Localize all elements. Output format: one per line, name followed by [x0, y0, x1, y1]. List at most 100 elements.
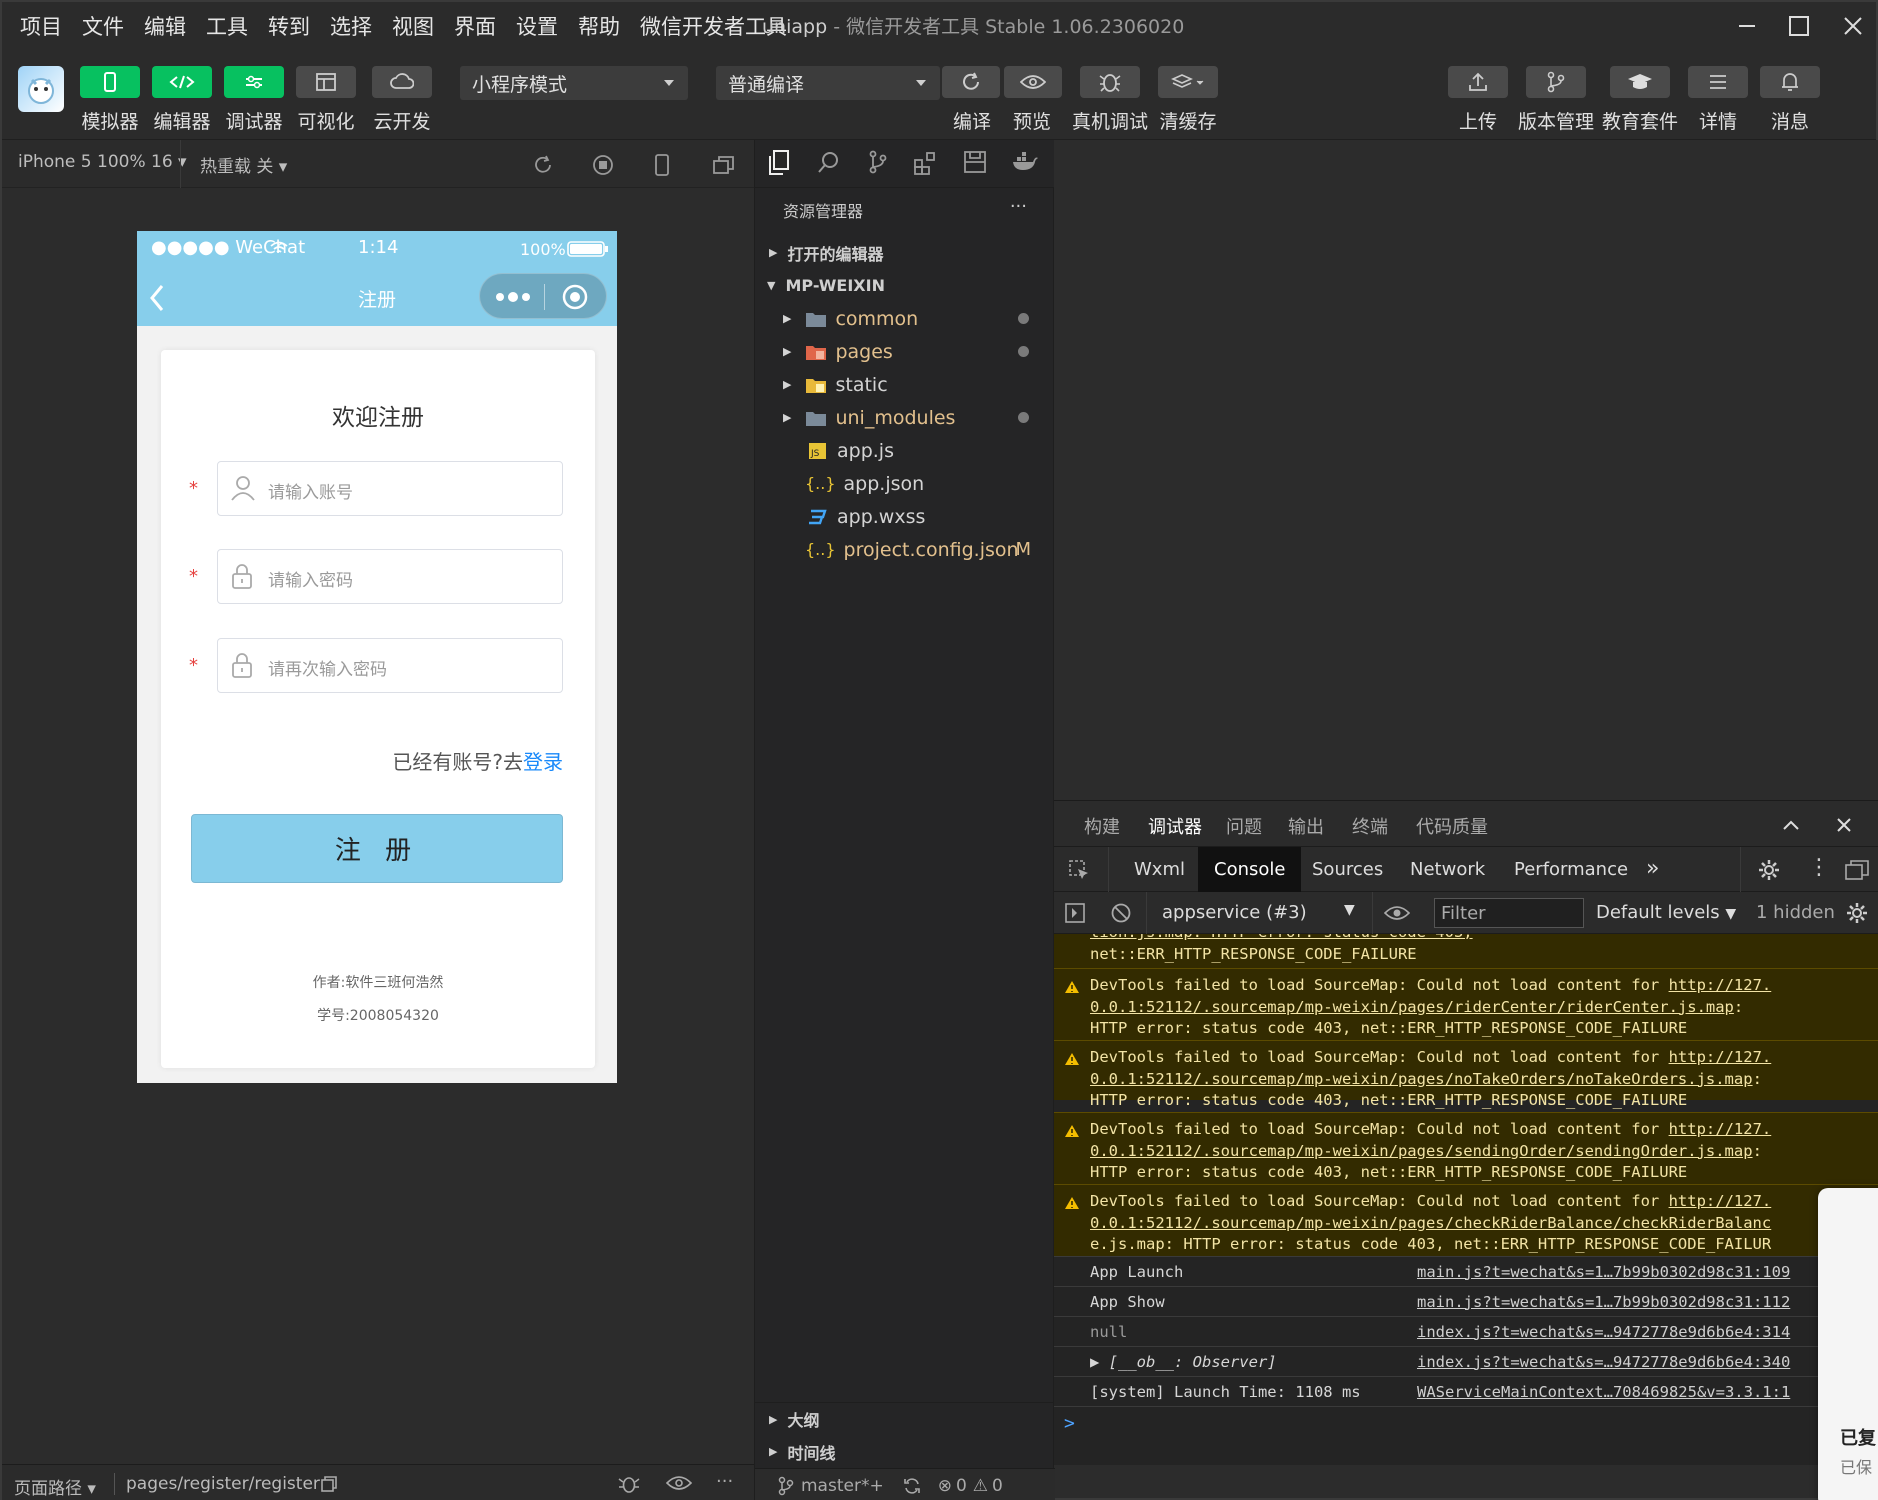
console-log-row[interactable]: ▶ [__ob__: Observer] index.js?t=wechat&s… — [1054, 1346, 1878, 1376]
detach-window-icon[interactable] — [712, 154, 736, 176]
preview-button[interactable] — [1004, 66, 1062, 98]
simulator-button[interactable] — [80, 66, 140, 98]
mode-select[interactable]: 小程序模式 — [460, 66, 688, 100]
tree-item-common[interactable]: ▶ common — [755, 302, 1055, 335]
bug-icon[interactable] — [618, 1473, 640, 1495]
tree-item-pages[interactable]: ▶ pages — [755, 335, 1055, 368]
tree-item-app-json[interactable]: {..} app.json — [755, 467, 1055, 500]
toast-notification[interactable]: 已复 已保 — [1818, 1188, 1878, 1500]
page-path-select[interactable]: 页面路径 ▾ — [14, 1474, 96, 1499]
gear-icon[interactable] — [1758, 859, 1780, 881]
tab-terminal[interactable]: 终端 — [1352, 813, 1388, 839]
close-window-button[interactable] — [1826, 8, 1878, 44]
menu-edit[interactable]: 编辑 — [134, 11, 196, 41]
maximize-button[interactable] — [1772, 8, 1826, 44]
levels-select[interactable]: Default levels ▼ — [1596, 902, 1736, 923]
remote-debug-button[interactable] — [1080, 66, 1140, 98]
menu-select[interactable]: 选择 — [320, 11, 382, 41]
register-button[interactable]: 注 册 — [191, 814, 563, 883]
warning-link[interactable]: 0.0.1:52112/.sourcemap/mp-weixin/pages/s… — [1090, 1142, 1753, 1160]
tab-debugger[interactable]: 调试器 — [1148, 813, 1202, 849]
chevron-up-icon[interactable] — [1782, 819, 1800, 831]
clear-console-icon[interactable] — [1110, 902, 1132, 924]
project-section[interactable]: ▼ MP-WEIXIN — [755, 269, 1055, 302]
menu-interface[interactable]: 界面 — [444, 11, 506, 41]
visual-button[interactable] — [296, 66, 356, 98]
cloud-button[interactable] — [372, 66, 432, 98]
stop-icon[interactable] — [592, 154, 614, 176]
eye-icon[interactable] — [666, 1475, 692, 1491]
console-prompt[interactable]: > — [1054, 1406, 1878, 1440]
more-icon[interactable]: ··· — [716, 1471, 733, 1492]
copy-icon[interactable] — [320, 1475, 338, 1493]
log-source-link[interactable]: main.js?t=wechat&s=1…7b99b0302d98c31:109 — [1417, 1263, 1790, 1281]
tree-item-uni-modules[interactable]: ▶ uni_modules — [755, 401, 1055, 434]
filter-input[interactable]: Filter — [1434, 898, 1584, 928]
search-icon[interactable] — [817, 150, 841, 174]
password-field[interactable]: 请输入密码 — [217, 549, 563, 604]
menu-tools[interactable]: 工具 — [196, 11, 258, 41]
version-button[interactable] — [1526, 66, 1586, 98]
menu-goto[interactable]: 转到 — [258, 11, 320, 41]
timeline-section[interactable]: ▶ 时间线 — [755, 1435, 1055, 1468]
tree-item-project-config[interactable]: {..} project.config.json M — [755, 533, 1055, 566]
compile-select[interactable]: 普通编译 — [716, 66, 940, 100]
education-button[interactable] — [1610, 66, 1670, 98]
explorer-more-button[interactable]: ··· — [1010, 196, 1027, 217]
hot-reload-select[interactable]: 热重载 关 ▾ — [200, 152, 287, 177]
warning-link[interactable]: 0.0.1:52112/.sourcemap/mp-weixin/pages/n… — [1090, 1070, 1753, 1088]
close-miniprogram-icon[interactable] — [562, 284, 588, 310]
debugger-button[interactable] — [224, 66, 284, 98]
tab-problems[interactable]: 问题 — [1226, 813, 1262, 839]
compile-button[interactable] — [942, 66, 1000, 98]
sidebar-toggle-icon[interactable] — [1064, 902, 1086, 924]
docker-icon[interactable] — [1011, 152, 1039, 172]
kebab-menu-icon[interactable]: ⋮ — [1808, 855, 1830, 880]
tree-item-app-js[interactable]: JS app.js — [755, 434, 1055, 467]
warning-link[interactable]: 0.0.1:52112/.sourcemap/mp-weixin/pages/r… — [1090, 998, 1734, 1016]
tab-code-quality[interactable]: 代码质量 — [1416, 813, 1488, 839]
files-icon[interactable] — [767, 150, 791, 176]
menu-project[interactable]: 项目 — [2, 11, 72, 41]
menu-settings[interactable]: 设置 — [506, 11, 568, 41]
more-dots-icon[interactable] — [494, 290, 532, 304]
menu-help[interactable]: 帮助 — [568, 11, 630, 41]
account-field[interactable]: 请输入账号 — [217, 461, 563, 516]
tab-sources[interactable]: Sources — [1312, 859, 1383, 880]
menu-view[interactable]: 视图 — [382, 11, 444, 41]
tab-build[interactable]: 构建 — [1084, 813, 1120, 839]
clear-cache-button[interactable] — [1158, 66, 1218, 98]
more-tabs-button[interactable]: » — [1646, 856, 1659, 881]
log-source-link[interactable]: main.js?t=wechat&s=1…7b99b0302d98c31:112 — [1417, 1293, 1790, 1311]
eye-icon[interactable] — [1384, 904, 1410, 922]
storage-icon[interactable] — [963, 150, 987, 174]
sync-icon[interactable] — [902, 1476, 922, 1496]
rotate-icon[interactable] — [532, 154, 554, 176]
log-source-link[interactable]: index.js?t=wechat&s=…9472778e9d6b6e4:340 — [1417, 1353, 1790, 1371]
editor-button[interactable] — [152, 66, 212, 98]
warning-link[interactable]: http://127. — [1669, 976, 1772, 994]
open-editors-section[interactable]: ▶ 打开的编辑器 — [755, 236, 1055, 269]
branch-label[interactable]: master*+ — [801, 1476, 884, 1496]
tree-item-app-wxss[interactable]: app.wxss — [755, 500, 1055, 533]
outline-section[interactable]: ▶ 大纲 — [755, 1402, 1055, 1435]
tab-console[interactable]: Console — [1198, 847, 1302, 893]
tab-performance[interactable]: Performance — [1514, 859, 1628, 880]
tab-network[interactable]: Network — [1410, 859, 1485, 880]
close-icon[interactable] — [1836, 817, 1852, 833]
inspect-element-icon[interactable] — [1068, 859, 1090, 881]
warning-link[interactable]: http://127. — [1669, 1192, 1772, 1210]
device-select[interactable]: iPhone 5 100% 16 ▾ — [18, 152, 187, 172]
log-source-link[interactable]: index.js?t=wechat&s=…9472778e9d6b6e4:314 — [1417, 1323, 1790, 1341]
dock-side-icon[interactable] — [1844, 859, 1870, 881]
avatar[interactable] — [18, 66, 64, 112]
details-button[interactable] — [1688, 66, 1748, 98]
confirm-password-field[interactable]: 请再次输入密码 — [217, 638, 563, 693]
context-select[interactable]: appservice (#3) — [1162, 902, 1307, 923]
upload-button[interactable] — [1448, 66, 1508, 98]
login-link[interactable]: 登录 — [523, 750, 563, 774]
device-frame-icon[interactable] — [654, 154, 670, 176]
menu-file[interactable]: 文件 — [72, 11, 134, 41]
tab-wxml[interactable]: Wxml — [1134, 859, 1185, 880]
log-source-link[interactable]: WAServiceMainContext…708469825&v=3.3.1:1 — [1417, 1383, 1790, 1401]
